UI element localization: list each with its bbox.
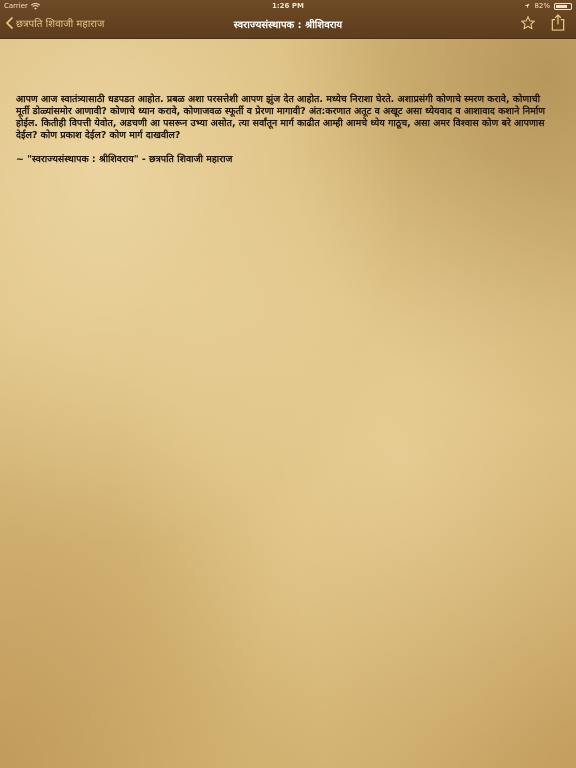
navigation-bar: छत्रपति शिवाजी महाराज स्वराज्यसंस्थापक :… [0, 12, 576, 37]
quote-text: आपण आज स्वातंत्र्यासाठी धडपडत आहोत. प्रब… [16, 94, 546, 141]
status-bar: Carrier 1:26 PM 82% [0, 0, 576, 12]
favorite-button[interactable] [520, 15, 536, 31]
battery-percent: 82% [534, 2, 550, 10]
quote-attribution: ~ "स्वराज्यसंस्थापक : श्रीशिवराय" - छत्र… [16, 154, 233, 165]
back-button[interactable]: छत्रपति शिवाजी महाराज [6, 16, 104, 30]
status-right: 82% [524, 2, 572, 10]
chevron-left-icon [6, 17, 13, 29]
share-icon [551, 14, 565, 31]
status-time: 1:26 PM [272, 2, 304, 10]
app-screen: Carrier 1:26 PM 82% छत्रपति शिवाजी महारा… [0, 0, 576, 768]
battery-level-fill [556, 4, 568, 8]
star-outline-icon [521, 16, 535, 30]
page-title: स्वराज्यसंस्थापक : श्रीशिवराय [233, 20, 343, 31]
quote-content: आपण आज स्वातंत्र्यासाठी धडपडत आहोत. प्रब… [16, 94, 556, 166]
header-bar: Carrier 1:26 PM 82% छत्रपति शिवाजी महारा… [0, 0, 576, 39]
back-button-label: छत्रपति शिवाजी महाराज [16, 19, 105, 30]
share-button[interactable] [550, 14, 566, 31]
battery-icon [554, 2, 572, 10]
location-arrow-icon [525, 3, 530, 9]
